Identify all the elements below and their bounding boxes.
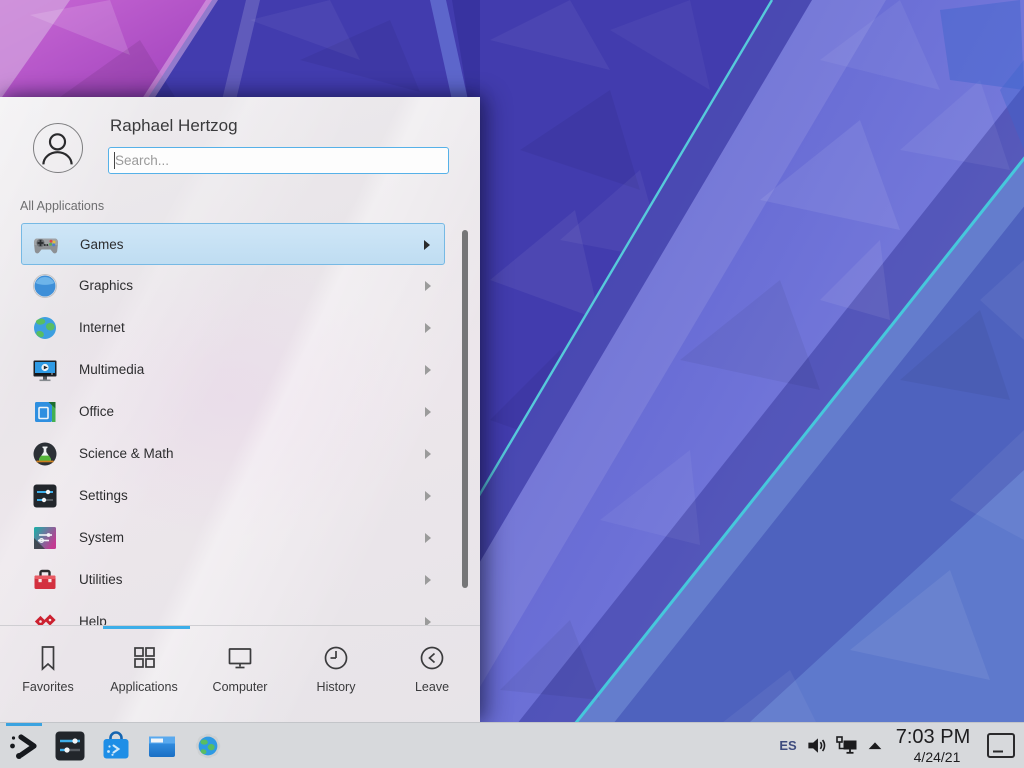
leave-icon	[417, 643, 447, 673]
chevron-right-icon	[425, 617, 431, 625]
category-help[interactable]: Help	[21, 601, 445, 625]
category-label: Science & Math	[79, 433, 174, 475]
flask-icon	[32, 441, 58, 467]
section-label: All Applications	[20, 199, 104, 213]
monitor-icon	[225, 643, 255, 673]
file-manager-button[interactable]	[142, 723, 182, 768]
search-input[interactable]	[108, 147, 449, 174]
tabbar-separator	[0, 625, 480, 626]
category-label: Games	[80, 224, 124, 266]
tab-favorites[interactable]: Favorites	[0, 631, 96, 722]
volume-tray-button[interactable]	[804, 723, 830, 768]
chevron-right-icon	[425, 323, 431, 333]
tab-history[interactable]: History	[288, 631, 384, 722]
clock-icon	[321, 643, 351, 673]
category-graphics[interactable]: Graphics	[21, 265, 445, 307]
help-icon	[32, 609, 58, 625]
category-label: Utilities	[79, 559, 123, 601]
network-tray-button[interactable]	[834, 723, 860, 768]
network-icon	[835, 734, 859, 758]
toolbox-icon	[32, 567, 58, 593]
chevron-right-icon	[425, 407, 431, 417]
application-launcher-panel: Raphael Hertzog All Applications	[0, 97, 480, 722]
sphere-icon	[32, 273, 58, 299]
chevron-right-icon	[425, 575, 431, 585]
discover-icon	[100, 730, 132, 762]
show-desktop-button[interactable]	[986, 732, 1016, 759]
category-label: Graphics	[79, 265, 133, 307]
category-label: Help	[79, 601, 107, 625]
category-multimedia[interactable]: Multimedia	[21, 349, 445, 391]
category-settings[interactable]: Settings	[21, 475, 445, 517]
globe-icon	[32, 315, 58, 341]
category-label: System	[79, 517, 124, 559]
user-avatar[interactable]	[33, 123, 83, 173]
bookmark-icon	[33, 643, 63, 673]
grid-icon	[129, 643, 159, 673]
desktop: Raphael Hertzog All Applications	[0, 0, 1024, 768]
tray-expander-button[interactable]	[862, 723, 888, 768]
system-settings-button[interactable]	[50, 723, 90, 768]
category-label: Multimedia	[79, 349, 144, 391]
active-tab-indicator	[103, 626, 190, 629]
clock-time: 7:03 PM	[890, 725, 976, 749]
sliders-color-icon	[32, 525, 58, 551]
launcher-active-indicator	[6, 723, 42, 726]
document-icon	[32, 399, 58, 425]
text-caret	[114, 152, 115, 169]
category-utilities[interactable]: Utilities	[21, 559, 445, 601]
system-settings-icon	[54, 730, 86, 762]
tab-bar: Favorites Applications	[0, 631, 480, 722]
category-system[interactable]: System	[21, 517, 445, 559]
media-screen-icon	[32, 357, 58, 383]
web-browser-icon	[193, 731, 223, 761]
web-browser-button[interactable]	[188, 723, 228, 768]
taskbar: ES 7:03 PM 4/24/21	[0, 722, 1024, 768]
keyboard-layout-indicator[interactable]: ES	[774, 723, 802, 768]
chevron-right-icon	[425, 281, 431, 291]
category-label: Office	[79, 391, 114, 433]
tab-label: Applications	[110, 680, 177, 694]
tab-computer[interactable]: Computer	[192, 631, 288, 722]
chevron-right-icon	[425, 491, 431, 501]
category-label: Internet	[79, 307, 125, 349]
tab-leave[interactable]: Leave	[384, 631, 480, 722]
category-science-math[interactable]: Science & Math	[21, 433, 445, 475]
digital-clock[interactable]: 7:03 PM 4/24/21	[890, 723, 976, 768]
category-list: Games Graphics	[0, 223, 480, 625]
chevron-right-icon	[425, 365, 431, 375]
tab-label: Computer	[213, 680, 268, 694]
chevron-right-icon	[425, 533, 431, 543]
file-manager-icon	[146, 730, 178, 762]
app-launcher-icon	[8, 730, 40, 762]
show-desktop-icon	[986, 732, 1016, 759]
tab-label: History	[317, 680, 356, 694]
sliders-dark-icon	[32, 483, 58, 509]
gamepad-icon	[33, 232, 59, 258]
category-internet[interactable]: Internet	[21, 307, 445, 349]
clock-date: 4/24/21	[898, 749, 976, 766]
application-launcher-button[interactable]	[4, 723, 44, 768]
caret-up-icon	[865, 736, 885, 756]
tab-label: Leave	[415, 680, 449, 694]
discover-button[interactable]	[96, 723, 136, 768]
category-label: Settings	[79, 475, 128, 517]
volume-icon	[806, 734, 829, 757]
chevron-right-icon	[425, 449, 431, 459]
scrollbar[interactable]	[462, 230, 468, 588]
tab-label: Favorites	[22, 680, 73, 694]
category-games[interactable]: Games	[21, 223, 445, 265]
category-office[interactable]: Office	[21, 391, 445, 433]
user-name: Raphael Hertzog	[110, 116, 238, 136]
tab-applications[interactable]: Applications	[96, 631, 192, 722]
chevron-right-icon	[424, 240, 430, 250]
